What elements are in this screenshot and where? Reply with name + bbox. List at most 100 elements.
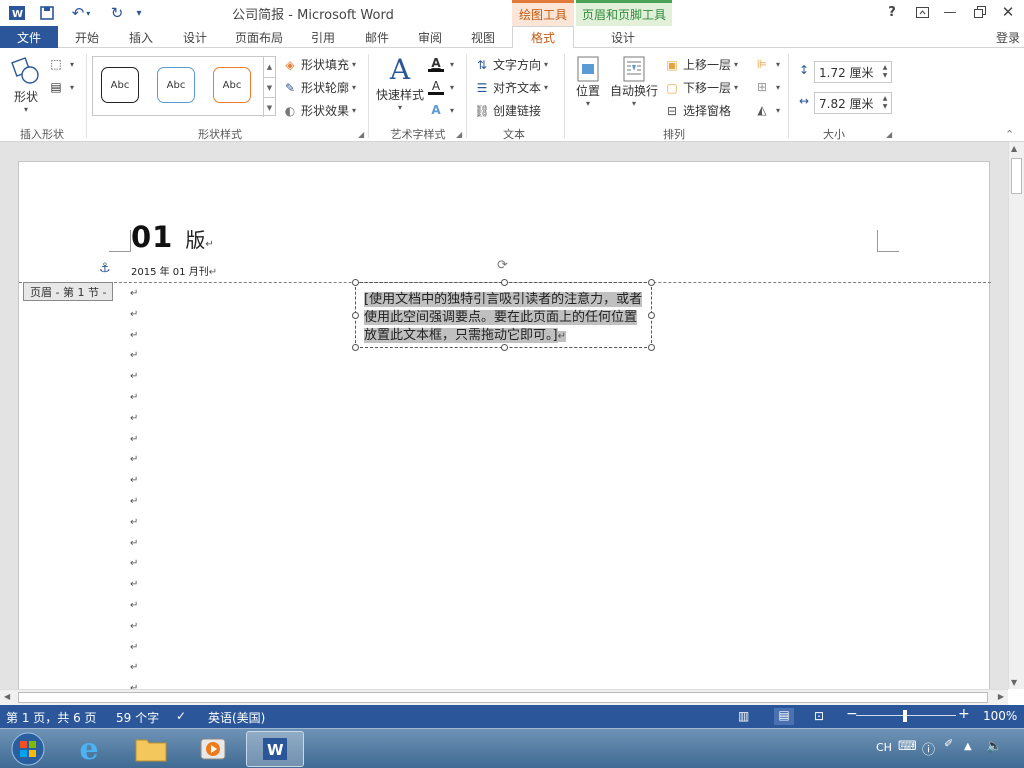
shape-effects-button[interactable]: ◐ 形状效果 ▾ [282, 102, 356, 119]
minimize-icon[interactable]: — [937, 2, 963, 22]
shape-styles-launcher-icon[interactable]: ◢ [358, 130, 364, 139]
shape-style-gallery[interactable]: Abc Abc Abc ▲ ▼ ▼ [92, 56, 276, 117]
internet-explorer-icon[interactable]: e [60, 731, 118, 767]
align-text-button[interactable]: ☰ 对齐文本 ▾ [474, 79, 548, 96]
tab-page-layout[interactable]: 页面布局 [226, 26, 292, 48]
shape-outline-button[interactable]: ✎ 形状轮廓 ▾ [282, 79, 356, 96]
zoom-in-icon[interactable]: + [958, 706, 970, 722]
tab-view[interactable]: 视图 [458, 26, 508, 48]
ime-options-icon[interactable]: ✐ [944, 737, 953, 750]
size-launcher-icon[interactable]: ◢ [886, 130, 892, 139]
web-layout-icon[interactable]: ⊡ [814, 709, 824, 723]
document-page[interactable]: 01 版 ↵ ⚓ 2015 年 01 月刊↵ 页眉 - 第 1 节 - ↵ ↵ ↵ ↵… [18, 161, 991, 689]
language-status[interactable]: 英语(美国) [208, 709, 265, 726]
scroll-right-icon[interactable]: ▶ [998, 692, 1004, 701]
header-title[interactable]: 01 版 ↵ [131, 220, 214, 254]
gallery-down-icon[interactable]: ▼ [263, 77, 275, 97]
bring-forward-button[interactable]: ▣ 上移一层 ▾ [664, 56, 738, 73]
word-logo-icon[interactable]: W [6, 3, 28, 23]
gallery-up-icon[interactable]: ▲ [263, 57, 275, 77]
tab-mailings[interactable]: 邮件 [352, 26, 402, 48]
volume-icon[interactable]: 🔈 [986, 739, 1002, 754]
selection-pane-button[interactable]: ⊟ 选择窗格 [664, 102, 731, 119]
print-layout-icon[interactable]: ▤ [774, 708, 794, 725]
position-button[interactable]: 位置 ▾ [572, 56, 604, 116]
tab-design[interactable]: 设计 [170, 26, 220, 48]
redo-icon[interactable]: ↻ [106, 3, 128, 23]
send-backward-button[interactable]: ▢ 下移一层 ▾ [664, 79, 738, 96]
wordart-launcher-icon[interactable]: ◢ [456, 130, 462, 139]
quick-styles-button[interactable]: A 快速样式 ▾ [374, 54, 426, 114]
vertical-scrollbar[interactable]: ▲ ▼ [1008, 142, 1024, 689]
resize-handle[interactable] [648, 279, 655, 286]
collapse-ribbon-icon[interactable]: ⌃ [1005, 128, 1014, 141]
create-link-button[interactable]: ⛓ 创建链接 [474, 102, 541, 119]
height-spin-arrows[interactable]: ▲ ▼ [879, 62, 891, 82]
scroll-down-icon[interactable]: ▼ [1011, 678, 1017, 687]
resize-handle[interactable] [648, 312, 655, 319]
align-button[interactable]: ⊫ ▾ [754, 56, 780, 72]
word-count[interactable]: 59 个字 [116, 709, 159, 726]
horizontal-scrollbar[interactable]: ◀ ▶ [0, 689, 1008, 705]
input-method-indicator[interactable]: CH [876, 741, 892, 754]
word-taskbar-icon[interactable]: W [246, 731, 304, 767]
tab-file[interactable]: 文件 [0, 26, 58, 48]
tab-references[interactable]: 引用 [298, 26, 348, 48]
zoom-level[interactable]: 100% [983, 709, 1017, 723]
start-button-icon[interactable] [2, 731, 54, 767]
ribbon-display-icon[interactable] [909, 2, 935, 22]
rotate-button[interactable]: ◭ ▾ [754, 102, 780, 118]
shapes-button[interactable]: 形状 ▾ [8, 56, 44, 114]
customize-qat-icon[interactable]: ▾ [132, 3, 146, 23]
show-hidden-icons[interactable]: ▲ [964, 741, 972, 752]
page-count[interactable]: 第 1 页，共 6 页 [6, 709, 97, 726]
sign-in-link[interactable]: 登录 [992, 26, 1024, 48]
keyboard-icon[interactable]: ⌨ [898, 739, 917, 754]
shape-fill-button[interactable]: ◈ 形状填充 ▾ [282, 56, 356, 73]
scroll-left-icon[interactable]: ◀ [4, 692, 10, 701]
resize-handle[interactable] [648, 344, 655, 351]
width-spin-arrows[interactable]: ▲ ▼ [879, 93, 891, 113]
text-effects-button[interactable]: A ▾ [428, 102, 454, 118]
text-direction-button[interactable]: ⇅ 文字方向 ▾ [474, 56, 548, 73]
restore-icon[interactable] [967, 2, 993, 22]
pull-quote-text[interactable]: [使用文档中的独特引言吸引读者的注意力，或者使用此空间强调要点。要在此页面上的任… [364, 291, 644, 346]
pull-quote-textbox[interactable]: [使用文档中的独特引言吸引读者的注意力，或者使用此空间强调要点。要在此页面上的任… [352, 279, 655, 351]
read-mode-icon[interactable]: ▥ [738, 709, 749, 723]
undo-icon[interactable]: ↶ ▾ [66, 3, 96, 23]
shape-style-black[interactable]: Abc [101, 67, 139, 103]
save-icon[interactable] [36, 3, 58, 23]
text-fill-button[interactable]: A ▾ [428, 56, 454, 72]
proofing-icon[interactable]: ✓ [176, 709, 186, 723]
vertical-scroll-thumb[interactable] [1011, 158, 1022, 194]
edit-shape-button[interactable]: ⬚ ▾ [48, 56, 74, 72]
scroll-up-icon[interactable]: ▲ [1011, 144, 1017, 153]
tab-format[interactable]: 格式 [512, 26, 574, 49]
help-button[interactable]: ? [879, 2, 905, 22]
tab-home[interactable]: 开始 [62, 26, 112, 48]
help-tray-icon[interactable]: ⓘ [922, 739, 935, 758]
tab-insert[interactable]: 插入 [116, 26, 166, 48]
rotate-handle-icon[interactable]: ⟳ [497, 258, 508, 273]
resize-handle[interactable] [501, 344, 508, 351]
group-button[interactable]: ⊞ ▾ [754, 79, 780, 95]
shape-width-input[interactable]: 7.82 厘米 ▲ ▼ [814, 92, 892, 114]
resize-handle[interactable] [501, 279, 508, 286]
resize-handle[interactable] [352, 312, 359, 319]
tab-header-footer-design[interactable]: 设计 [590, 26, 656, 48]
tab-review[interactable]: 审阅 [404, 26, 456, 48]
resize-handle[interactable] [352, 279, 359, 286]
file-explorer-icon[interactable] [122, 731, 180, 767]
close-icon[interactable]: ✕ [995, 2, 1021, 22]
shape-style-blue[interactable]: Abc [157, 67, 195, 103]
header-date[interactable]: 2015 年 01 月刊↵ [131, 263, 217, 278]
media-player-icon[interactable] [184, 731, 242, 767]
zoom-out-icon[interactable]: − [846, 706, 858, 722]
shape-height-input[interactable]: 1.72 厘米 ▲ ▼ [814, 61, 892, 83]
horizontal-scroll-thumb[interactable] [18, 692, 988, 703]
resize-handle[interactable] [352, 344, 359, 351]
text-outline-button[interactable]: A ▾ [428, 79, 454, 95]
shape-style-orange[interactable]: Abc [213, 67, 251, 103]
gallery-more-icon[interactable]: ▼ [263, 97, 275, 117]
wrap-text-button[interactable]: 自动换行 ▾ [608, 56, 660, 116]
